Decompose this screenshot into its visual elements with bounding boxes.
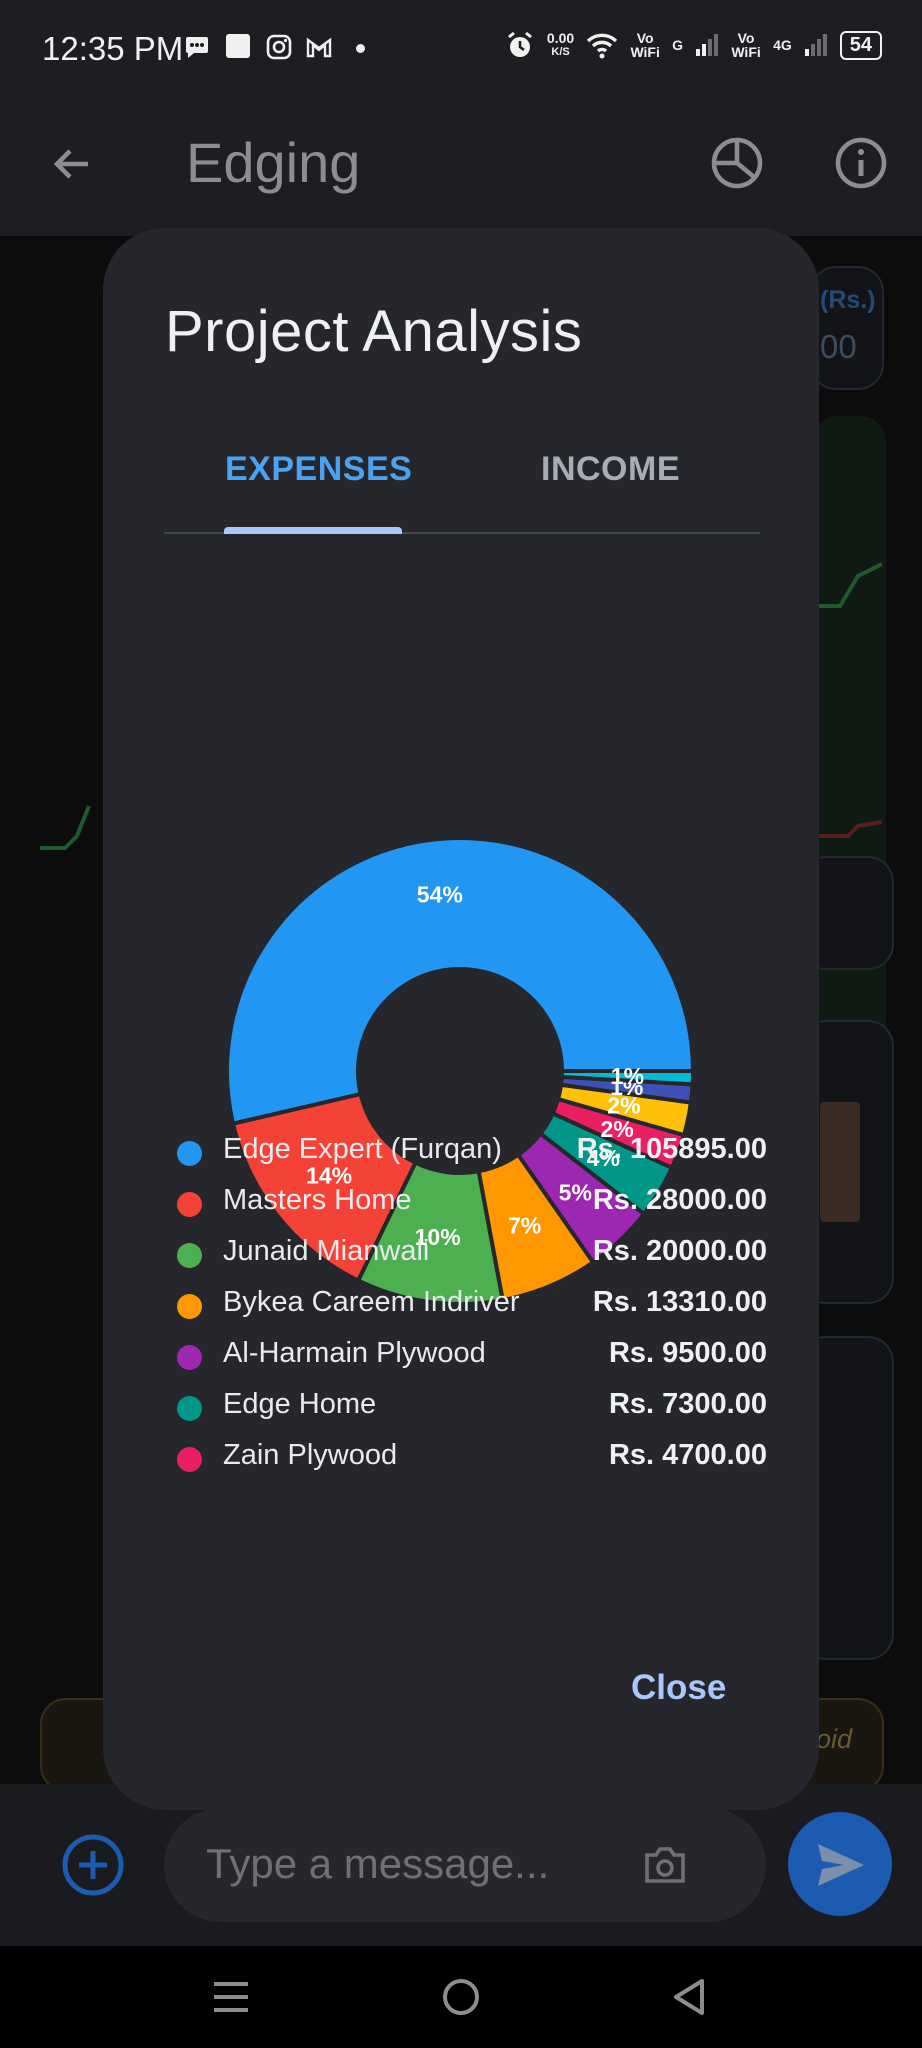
send-icon — [818, 1844, 864, 1886]
legend-item: Al-Harmain Plywood Rs. 9500.00 — [167, 1332, 767, 1383]
legend-color-dot — [177, 1243, 202, 1268]
camera-icon[interactable] — [642, 1842, 688, 1888]
legend-label: Masters Home — [223, 1184, 412, 1216]
legend-color-dot — [177, 1192, 202, 1217]
legend-label: Edge Expert (Furqan) — [223, 1133, 502, 1165]
background-card-value: 00 — [820, 328, 857, 365]
signal-icon — [696, 34, 719, 56]
dialog-title: Project Analysis — [165, 299, 583, 364]
expenses-legend: Edge Expert (Furqan) Rs. 105895.00 Masters… — [167, 1128, 767, 1478]
pie-chart-icon[interactable] — [710, 136, 764, 190]
legend-amount: Rs. 7300.00 — [608, 1388, 767, 1420]
g-label: G — [672, 37, 684, 53]
legend-amount: Rs. 13310.00 — [592, 1286, 767, 1318]
net-speed-value: 0.00 — [546, 30, 575, 46]
legend-amount: Rs. 20000.00 — [592, 1235, 767, 1267]
chat-notification-icon — [186, 37, 208, 58]
legend-amount: Rs. 28000.00 — [592, 1184, 767, 1216]
gmail-icon — [306, 37, 332, 58]
legend-color-dot — [177, 1396, 202, 1421]
message-input-placeholder: Type a message... — [206, 1840, 550, 1887]
vowifi-label-2: Vo WiFi — [731, 30, 761, 60]
donut-slice-label: 1% — [611, 1063, 644, 1089]
lte-label: 4G — [773, 37, 792, 53]
donut-slice-label: 54% — [417, 882, 463, 908]
send-button[interactable] — [788, 1812, 892, 1916]
net-speed: 0.00 K/S — [547, 31, 574, 59]
status-time: 12:35 PM — [42, 30, 184, 67]
close-button[interactable]: Close — [631, 1668, 726, 1708]
alarm-icon — [507, 31, 532, 57]
info-icon[interactable] — [834, 136, 888, 190]
legend-color-dot — [177, 1141, 202, 1166]
tab-income[interactable]: INCOME — [541, 450, 680, 489]
wifi-icon — [586, 33, 618, 59]
dot-icon — [356, 44, 365, 53]
instagram-icon — [266, 34, 292, 60]
legend-item: Edge Home Rs. 7300.00 — [167, 1383, 767, 1434]
legend-amount: Rs. 9500.00 — [608, 1337, 767, 1369]
legend-label: Edge Home — [223, 1388, 377, 1420]
legend-item: Zain Plywood Rs. 4700.00 — [167, 1434, 767, 1478]
vowifi-label: Vo WiFi — [630, 30, 660, 60]
signal-icon-2 — [804, 34, 827, 56]
legend-color-dot — [177, 1447, 202, 1472]
battery-indicator: 54 — [839, 30, 882, 60]
background-chart-line — [40, 805, 91, 850]
legend-item: Edge Expert (Furqan) Rs. 105895.00 — [167, 1128, 767, 1179]
menu-icon[interactable] — [210, 1976, 252, 2018]
background-image-thumb — [820, 1102, 860, 1222]
home-icon[interactable] — [440, 1976, 482, 2018]
back-triangle-icon[interactable] — [668, 1976, 710, 2018]
legend-amount: Rs. 105895.00 — [576, 1133, 767, 1165]
legend-amount: Rs. 4700.00 — [608, 1439, 767, 1471]
square-notification-icon — [226, 34, 250, 58]
tab-active-indicator — [224, 527, 402, 534]
page-title: Edging — [186, 131, 361, 194]
app-bar: Edging — [0, 100, 922, 236]
tab-expenses[interactable]: EXPENSES — [225, 450, 412, 489]
message-input[interactable]: Type a message... — [164, 1808, 766, 1922]
background-status-text: oid — [815, 1724, 852, 1754]
status-icons: 0.00 K/S Vo WiFi G Vo WiFi 4G 54 — [505, 30, 882, 60]
status-bar: 12:35 PM 0.00 K/S Vo WiFi G Vo WiFi 4G 54 — [0, 0, 922, 100]
legend-label: Bykea Careem Indriver — [223, 1286, 520, 1318]
legend-color-dot — [177, 1345, 202, 1370]
legend-label: Junaid Mianwali — [223, 1235, 430, 1267]
back-arrow-icon[interactable] — [48, 140, 96, 188]
legend-label: Zain Plywood — [223, 1439, 398, 1471]
legend-item: Bykea Careem Indriver Rs. 13310.00 — [167, 1281, 767, 1332]
legend-color-dot — [177, 1294, 202, 1319]
legend-label: Al-Harmain Plywood — [223, 1337, 486, 1369]
background-summary-card: (Rs.) 00 — [810, 266, 884, 390]
background-chart-line-right — [818, 562, 882, 838]
add-circle-icon[interactable] — [60, 1832, 126, 1898]
net-speed-unit: K/S — [551, 46, 570, 58]
system-nav-bar — [0, 1946, 922, 2048]
legend-item: Masters Home Rs. 28000.00 — [167, 1179, 767, 1230]
project-analysis-dialog: Project Analysis EXPENSES INCOME 54% 14% 1… — [103, 228, 819, 1810]
background-card-text: (Rs.) — [820, 286, 876, 314]
legend-item: Junaid Mianwali Rs. 20000.00 — [167, 1230, 767, 1281]
